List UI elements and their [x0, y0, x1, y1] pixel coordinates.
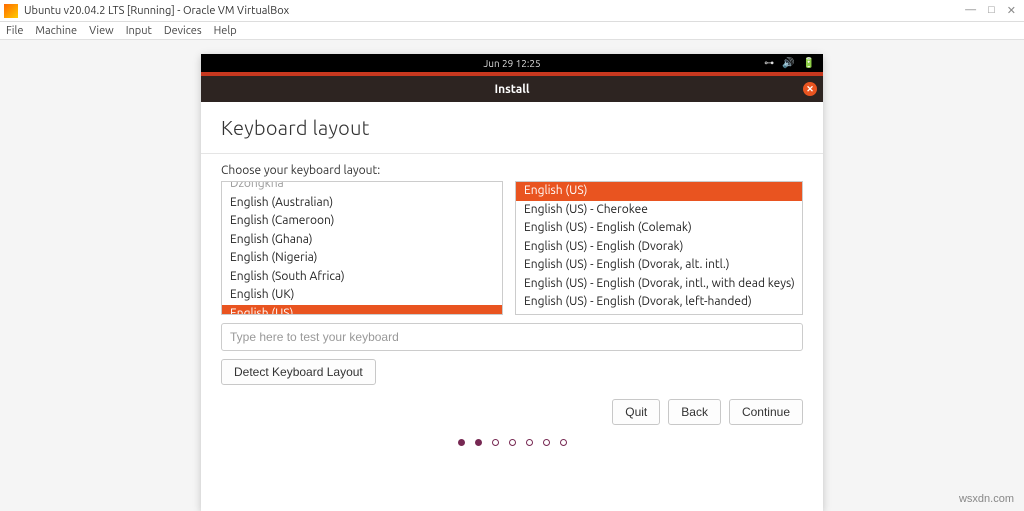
system-tray[interactable]: ⊶ 🔊 🔋 — [764, 57, 815, 69]
progress-dot — [560, 439, 567, 446]
detect-row: Detect Keyboard Layout — [221, 359, 803, 385]
page-title: Keyboard layout — [221, 116, 803, 139]
menu-view[interactable]: View — [89, 25, 114, 37]
action-buttons: Quit Back Continue — [221, 399, 803, 425]
list-item[interactable]: English (US) - English (Dvorak) — [516, 238, 802, 257]
list-item[interactable]: English (Ghana) — [222, 231, 502, 250]
list-item[interactable]: English (UK) — [222, 286, 502, 305]
menu-input[interactable]: Input — [126, 25, 152, 37]
maximize-button[interactable]: □ — [988, 4, 995, 17]
progress-dot — [526, 439, 533, 446]
progress-dot — [475, 439, 482, 446]
list-item-selected[interactable]: English (US) — [516, 182, 802, 201]
back-button[interactable]: Back — [668, 399, 721, 425]
menu-help[interactable]: Help — [214, 25, 237, 37]
volume-icon[interactable]: 🔊 — [782, 57, 794, 69]
menu-devices[interactable]: Devices — [164, 25, 202, 37]
close-window-button[interactable]: ✕ — [1007, 4, 1016, 17]
vbox-menubar: File Machine View Input Devices Help — [0, 22, 1024, 40]
list-item[interactable]: Dzongkha — [222, 181, 502, 194]
list-item[interactable]: English (Australian) — [222, 194, 502, 213]
progress-dots — [221, 439, 803, 456]
ubuntu-topbar: Jun 29 12:25 ⊶ 🔊 🔋 — [201, 54, 823, 72]
detect-keyboard-button[interactable]: Detect Keyboard Layout — [221, 359, 376, 385]
clock[interactable]: Jun 29 12:25 — [483, 58, 540, 69]
list-item[interactable]: English (US) - English (Dvorak, alt. int… — [516, 256, 802, 275]
minimize-button[interactable]: — — [965, 4, 976, 17]
installer-title: Install — [494, 83, 529, 96]
progress-dot — [458, 439, 465, 446]
power-icon[interactable]: 🔋 — [803, 57, 815, 69]
choose-label: Choose your keyboard layout: — [221, 164, 803, 177]
list-item[interactable]: English (Nigeria) — [222, 249, 502, 268]
list-item-selected[interactable]: English (US) — [222, 305, 502, 316]
installer-content: Keyboard layout Choose your keyboard lay… — [201, 102, 823, 511]
divider — [201, 153, 823, 154]
list-item[interactable]: English (US) - English (Dvorak, right-ha… — [516, 312, 802, 316]
menu-machine[interactable]: Machine — [35, 25, 77, 37]
vbox-window-title: Ubuntu v20.04.2 LTS [Running] - Oracle V… — [24, 5, 965, 17]
installer-header: Install ✕ — [201, 76, 823, 102]
list-item[interactable]: English (US) - English (Colemak) — [516, 219, 802, 238]
continue-button[interactable]: Continue — [729, 399, 803, 425]
list-item[interactable]: English (Cameroon) — [222, 212, 502, 231]
vbox-window-buttons: — □ ✕ — [965, 4, 1020, 17]
list-item[interactable]: English (US) - English (Dvorak, intl., w… — [516, 275, 802, 294]
vm-display-area: Jun 29 12:25 ⊶ 🔊 🔋 Install ✕ Keyboard la… — [0, 40, 1024, 511]
progress-dot — [543, 439, 550, 446]
close-icon[interactable]: ✕ — [803, 82, 817, 96]
quit-button[interactable]: Quit — [612, 399, 660, 425]
keyboard-lists: Dzongkha English (Australian) English (C… — [221, 181, 803, 315]
list-item[interactable]: English (US) - Cherokee — [516, 201, 802, 220]
network-icon[interactable]: ⊶ — [764, 57, 774, 69]
vbox-app-icon — [4, 4, 18, 18]
list-item[interactable]: English (US) - English (Dvorak, left-han… — [516, 293, 802, 312]
watermark: wsxdn.com — [959, 493, 1014, 505]
layout-list[interactable]: Dzongkha English (Australian) English (C… — [221, 181, 503, 315]
variant-list[interactable]: English (US) English (US) - Cherokee Eng… — [515, 181, 803, 315]
progress-dot — [509, 439, 516, 446]
menu-file[interactable]: File — [6, 25, 23, 37]
keyboard-test-input[interactable] — [221, 323, 803, 351]
vbox-titlebar: Ubuntu v20.04.2 LTS [Running] - Oracle V… — [0, 0, 1024, 22]
list-item[interactable]: English (South Africa) — [222, 268, 502, 287]
ubuntu-installer-window: Jun 29 12:25 ⊶ 🔊 🔋 Install ✕ Keyboard la… — [201, 54, 823, 511]
progress-dot — [492, 439, 499, 446]
